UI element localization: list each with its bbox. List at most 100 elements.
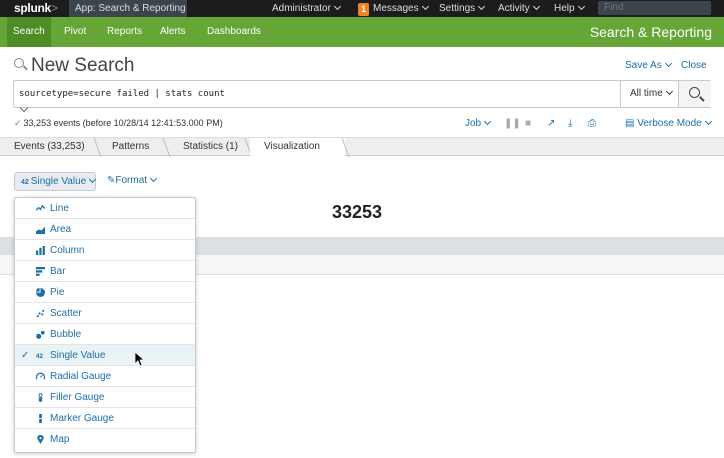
chevron-down-icon	[704, 117, 712, 126]
visualization-type-button[interactable]: 42 Single Value	[14, 172, 97, 191]
event-status: ✓ 33,253 events (before 10/28/14 12:41:53…	[14, 118, 223, 129]
visualization-type-label: Single Value	[30, 176, 87, 187]
job-menu[interactable]: Job	[465, 117, 492, 129]
results-tabs: Events (33,253) Patterns Statistics (1) …	[0, 137, 724, 158]
chevron-down-icon	[421, 2, 429, 11]
single-value-display: 33253	[332, 202, 383, 222]
menu-item-label: Column	[50, 245, 85, 256]
tab-statistics[interactable]: Statistics (1)	[169, 138, 238, 157]
menu-item-filler-gauge[interactable]: Filler Gauge	[15, 387, 195, 408]
chevron-down-icon	[484, 117, 492, 126]
chevron-down-icon	[664, 59, 672, 68]
app-title: Search & Reporting	[589, 24, 712, 40]
messages-menu-label: Messages	[373, 3, 419, 14]
filler-gauge-icon	[38, 393, 43, 402]
menu-item-line[interactable]: Line	[15, 198, 195, 219]
menu-item-label: Marker Gauge	[50, 413, 114, 424]
menu-item-label: Radial Gauge	[50, 371, 112, 382]
share-icon[interactable]: ↗	[547, 118, 555, 129]
chevron-down-icon	[665, 87, 673, 96]
line-chart-icon	[36, 204, 45, 211]
nav-search[interactable]: Search	[7, 17, 51, 47]
menu-item-marker-gauge[interactable]: Marker Gauge	[15, 408, 195, 429]
chevron-down-icon	[478, 2, 486, 11]
single-value-icon: 42	[21, 179, 29, 186]
activity-menu[interactable]: Activity	[498, 0, 540, 17]
time-range-label: All time	[630, 88, 663, 99]
page-title: New Search	[31, 55, 135, 76]
menu-item-label: Map	[50, 434, 70, 445]
messages-count-badge: 1	[358, 3, 369, 16]
print-icon[interactable]: ⎙	[588, 118, 596, 129]
search-mode-icon: ▤	[625, 118, 635, 129]
logo-text: splunk	[14, 1, 51, 15]
search-button[interactable]	[678, 81, 711, 107]
activity-menu-label: Activity	[498, 3, 530, 14]
settings-menu[interactable]: Settings	[439, 0, 486, 17]
svg-text:42: 42	[36, 353, 44, 360]
page-header: New Search Save As Close	[0, 47, 724, 80]
map-pin-icon	[37, 435, 44, 444]
messages-menu[interactable]: 1 Messages	[358, 0, 429, 17]
menu-item-bar[interactable]: Bar	[15, 261, 195, 282]
check-icon: ✓	[21, 350, 30, 361]
menu-item-radial-gauge[interactable]: Radial Gauge	[15, 366, 195, 387]
format-button[interactable]: ✎Format	[107, 174, 158, 186]
close-button[interactable]: Close	[681, 60, 707, 71]
help-menu-label: Help	[554, 3, 575, 14]
menu-item-scatter[interactable]: Scatter	[15, 303, 195, 324]
menu-item-map[interactable]: Map	[15, 429, 195, 450]
menu-item-bubble[interactable]: Bubble	[15, 324, 195, 345]
scatter-chart-icon	[36, 309, 45, 318]
chevron-down-icon	[577, 2, 585, 11]
menu-item-label: Bubble	[50, 329, 82, 340]
search-icon	[14, 58, 24, 68]
help-menu[interactable]: Help	[554, 0, 585, 17]
menu-item-label: Line	[50, 203, 69, 214]
search-icon	[689, 87, 700, 98]
menu-item-column[interactable]: Column	[15, 240, 195, 261]
tab-events[interactable]: Events (33,253)	[0, 138, 85, 157]
user-menu[interactable]: Administrator	[272, 0, 341, 17]
splunk-logo[interactable]: splunk>	[14, 1, 58, 15]
chevron-down-icon	[150, 174, 158, 183]
tab-visualization-label: Visualization	[264, 141, 320, 152]
search-bar: sourcetype=secure failed | stats count A…	[13, 80, 711, 108]
settings-menu-label: Settings	[439, 3, 476, 14]
format-label: Format	[115, 175, 148, 186]
menu-item-label: Filler Gauge	[50, 392, 105, 403]
time-range-picker[interactable]: All time	[620, 81, 678, 107]
chevron-down-icon	[532, 2, 540, 11]
marker-gauge-icon	[37, 414, 44, 423]
export-icon[interactable]: ⤓	[568, 118, 572, 129]
app-bar: Search Pivot Reports Alerts Dashboards S…	[0, 17, 724, 47]
chevron-down-icon	[89, 175, 97, 184]
find-input[interactable]	[598, 1, 711, 15]
nav-reports[interactable]: Reports	[101, 17, 148, 47]
job-menu-label: Job	[465, 118, 482, 129]
menu-item-single-value[interactable]: ✓ 42 Single Value	[15, 345, 195, 366]
bubble-chart-icon	[36, 330, 45, 339]
save-as-label: Save As	[625, 60, 662, 71]
top-bar: splunk> App: Search & Reporting Administ…	[0, 0, 724, 28]
area-chart-icon	[36, 226, 45, 234]
nav-pivot[interactable]: Pivot	[58, 17, 92, 47]
tab-patterns[interactable]: Patterns	[98, 138, 149, 157]
stop-icon[interactable]: ■	[525, 118, 531, 129]
save-as-button[interactable]: Save As	[625, 59, 672, 71]
event-status-text: 33,253 events (before 10/28/14 12:41:53.…	[23, 118, 223, 128]
check-icon: ✓	[14, 118, 22, 128]
nav-alerts[interactable]: Alerts	[154, 17, 192, 47]
search-mode-label: Verbose Mode	[637, 118, 702, 129]
pause-icon[interactable]: ❚❚	[504, 118, 521, 129]
tab-visualization[interactable]: Visualization	[250, 138, 345, 158]
nav-dashboards[interactable]: Dashboards	[201, 17, 267, 47]
app-menu[interactable]: App: Search & Reporting	[69, 0, 187, 28]
user-menu-label: Administrator	[272, 3, 331, 14]
app-menu-label: App: Search & Reporting	[75, 3, 186, 14]
menu-item-pie[interactable]: Pie	[15, 282, 195, 303]
search-mode-menu[interactable]: ▤ Verbose Mode	[625, 117, 712, 129]
logo-chevron: >	[50, 1, 58, 15]
menu-item-area[interactable]: Area	[15, 219, 195, 240]
search-query-input[interactable]: sourcetype=secure failed | stats count	[19, 89, 225, 99]
